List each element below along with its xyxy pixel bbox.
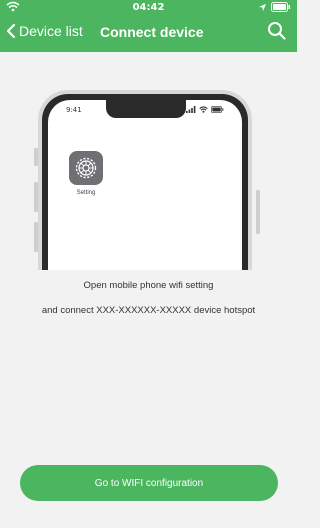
wifi-configuration-button[interactable]: Go to WIFI configuration	[20, 465, 278, 501]
back-button[interactable]: Device list	[6, 23, 83, 39]
phone-frame: 9:41 Setting	[38, 90, 252, 270]
page-title: Connect device	[100, 24, 204, 40]
gear-icon	[75, 157, 97, 179]
status-bar: 04:42	[0, 0, 297, 16]
phone-time: 9:41	[66, 106, 82, 114]
phone-notch	[106, 100, 186, 118]
signal-icon	[186, 106, 196, 113]
phone-status-icons	[186, 106, 224, 113]
settings-app-icon	[69, 151, 103, 185]
battery-icon	[271, 2, 290, 12]
search-icon[interactable]	[267, 21, 287, 41]
wifi-icon	[199, 106, 208, 113]
app-header: 04:42 Device list Connect device	[0, 0, 297, 52]
phone-screen: 9:41 Setting	[48, 100, 242, 270]
battery-icon	[211, 106, 224, 113]
phone-side-button	[256, 190, 260, 234]
chevron-left-icon	[6, 23, 16, 39]
phone-illustration: 9:41 Setting	[34, 90, 264, 270]
instruction-line-1: Open mobile phone wifi setting	[83, 280, 214, 291]
back-label: Device list	[19, 23, 83, 39]
status-time: 04:42	[132, 2, 165, 13]
instruction-line-2: and connect XXX-XXXXXX-XXXXX device hots…	[41, 305, 256, 316]
settings-app-label: Setting	[76, 190, 96, 196]
location-arrow-icon	[258, 3, 267, 11]
phone-bezel: 9:41 Setting	[42, 94, 248, 270]
navigation-bar: Device list Connect device	[0, 16, 297, 52]
